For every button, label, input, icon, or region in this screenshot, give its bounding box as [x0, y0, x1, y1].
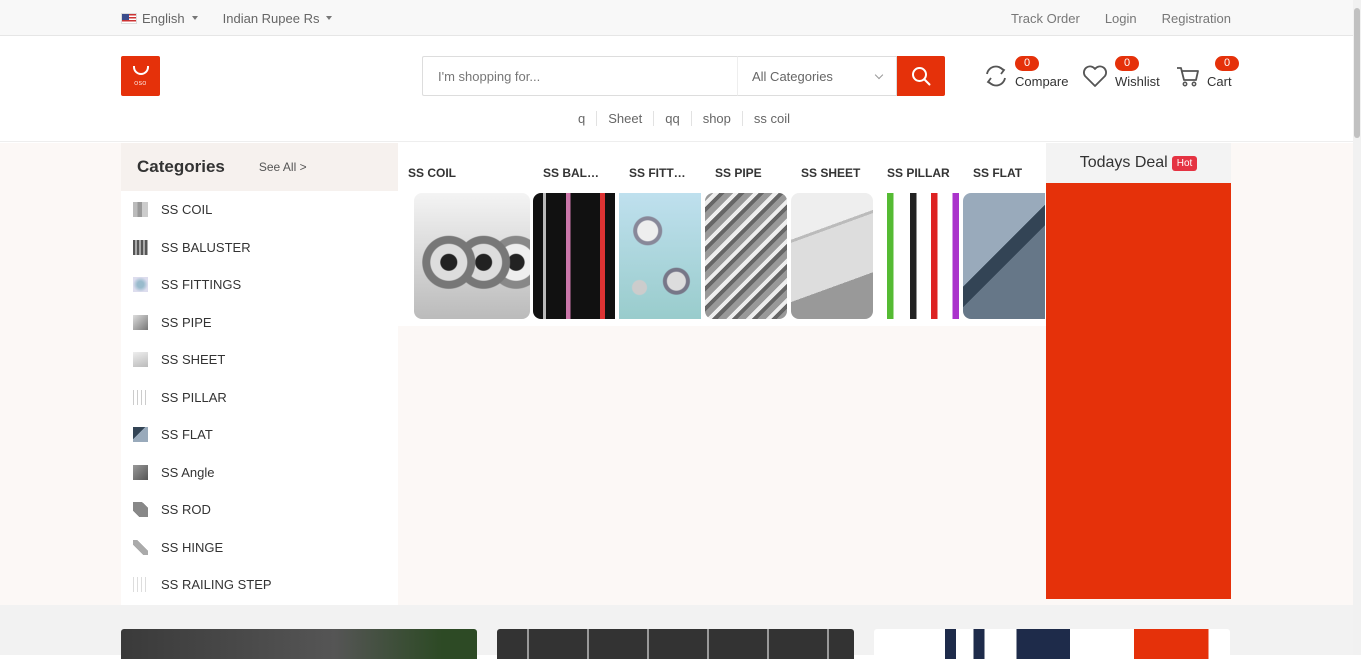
- suggestion-link[interactable]: Sheet: [596, 111, 653, 126]
- search-button[interactable]: [897, 56, 945, 96]
- todays-deal-panel: Todays Deal Hot: [1046, 143, 1231, 599]
- todays-deal-body[interactable]: [1046, 183, 1231, 599]
- top-bar: English Indian Rupee Rs Track Order Logi…: [0, 0, 1361, 36]
- hinge-icon: [133, 539, 148, 555]
- pillar-icon: [133, 389, 148, 405]
- suggestion-link[interactable]: ss coil: [741, 111, 801, 126]
- featured-tab-label: SS COIL: [408, 166, 457, 180]
- language-dropdown[interactable]: English: [121, 11, 198, 26]
- search-suggestions: q Sheet qq shop ss coil: [567, 111, 801, 126]
- scrollbar-thumb[interactable]: [1354, 8, 1360, 138]
- cart-icon: [1177, 67, 1199, 87]
- rod-icon: [133, 502, 148, 518]
- caret-down-icon: [191, 16, 198, 20]
- us-flag-icon: [121, 12, 137, 24]
- featured-categories: SS COIL SS BALUSTER SS FITTINGS SS PIPE …: [398, 143, 1046, 326]
- login-link[interactable]: Login: [1105, 11, 1137, 26]
- ss-sheet-image[interactable]: [791, 193, 873, 319]
- category-item-ss-coil[interactable]: SS COIL: [121, 191, 398, 229]
- site-logo[interactable]: OSO: [121, 56, 160, 96]
- wishlist-button[interactable]: 0 Wishlist: [1081, 56, 1160, 89]
- compare-icon: [986, 65, 1006, 87]
- compare-label: Compare: [1015, 74, 1069, 89]
- category-item-ss-rod[interactable]: SS ROD: [121, 491, 398, 529]
- category-item-ss-hinge[interactable]: SS HINGE: [121, 529, 398, 567]
- compare-button[interactable]: 0 Compare: [983, 56, 1068, 89]
- baluster-icon: [133, 239, 148, 255]
- category-item-ss-fittings[interactable]: SS FITTINGS: [121, 266, 398, 304]
- featured-tab-label: SS PIPE: [715, 166, 762, 180]
- featured-tab-label: SS BALUSTER: [543, 166, 603, 180]
- caret-down-icon: [326, 16, 333, 20]
- category-select[interactable]: All Categories: [737, 56, 897, 96]
- categories-header: Categories See All >: [121, 143, 398, 191]
- category-item-ss-pipe[interactable]: SS PIPE: [121, 304, 398, 342]
- featured-tab-label: SS SHEET: [801, 166, 861, 180]
- language-label: English: [142, 10, 185, 26]
- suggestion-link[interactable]: qq: [653, 111, 690, 126]
- site-header: OSO All Categories q Sheet qq shop ss co…: [0, 36, 1361, 142]
- page-scrollbar[interactable]: [1353, 0, 1361, 655]
- suggestion-link[interactable]: q: [567, 111, 596, 126]
- logo-smile-icon: [132, 66, 149, 75]
- cart-label: Cart: [1207, 74, 1232, 89]
- featured-tab-label: SS FITTINGS: [629, 166, 687, 180]
- featured-tab-label: SS FLAT: [973, 166, 1023, 180]
- logo-text: OSO: [134, 81, 147, 87]
- category-item-ss-baluster[interactable]: SS BALUSTER: [121, 229, 398, 267]
- cart-button[interactable]: 0 Cart: [1175, 56, 1239, 89]
- registration-link[interactable]: Registration: [1162, 11, 1231, 26]
- ss-coil-image[interactable]: [414, 193, 530, 319]
- pipe-icon: [133, 314, 148, 330]
- compare-count-badge: 0: [1015, 56, 1039, 71]
- category-item-ss-angle[interactable]: SS Angle: [121, 454, 398, 492]
- track-order-link[interactable]: Track Order: [1011, 11, 1080, 26]
- railing-step-icon: [133, 577, 148, 593]
- ss-fittings-image[interactable]: [619, 193, 701, 319]
- categories-title: Categories: [137, 157, 225, 176]
- category-item-ss-sheet[interactable]: SS SHEET: [121, 341, 398, 379]
- search-bar: All Categories: [422, 56, 945, 96]
- todays-deal-header: Todays Deal Hot: [1046, 143, 1231, 183]
- category-item-ss-pillar[interactable]: SS PILLAR: [121, 379, 398, 417]
- category-item-ss-flat[interactable]: SS FLAT: [121, 416, 398, 454]
- heart-icon: [1083, 65, 1107, 87]
- cart-count-badge: 0: [1215, 56, 1239, 71]
- ss-flat-image[interactable]: [963, 193, 1045, 319]
- chevron-down-icon: [874, 70, 884, 79]
- coil-icon: [133, 202, 148, 218]
- wishlist-count-badge: 0: [1115, 56, 1139, 71]
- ss-pillar-image[interactable]: [877, 193, 959, 319]
- angle-icon: [133, 464, 148, 480]
- hot-badge: Hot: [1171, 155, 1198, 171]
- category-item-ss-railing-step[interactable]: SS RAILING STEP: [121, 566, 398, 604]
- category-list: SS COIL SS BALUSTER SS FITTINGS SS PIPE …: [121, 191, 398, 604]
- category-select-value: All Categories: [752, 68, 833, 84]
- todays-deal-title: Todays Deal: [1079, 154, 1168, 171]
- suggestion-link[interactable]: shop: [690, 111, 742, 126]
- wishlist-label: Wishlist: [1115, 74, 1160, 89]
- currency-label: Indian Rupee Rs: [222, 10, 320, 26]
- fittings-icon: [133, 277, 148, 293]
- see-all-link[interactable]: See All >: [259, 160, 307, 174]
- main-section: Categories See All > SS COIL SS BALUSTER…: [0, 143, 1361, 605]
- ss-pipe-image[interactable]: [705, 193, 787, 319]
- currency-dropdown[interactable]: Indian Rupee Rs: [223, 11, 333, 26]
- sheet-icon: [133, 352, 148, 368]
- categories-panel: Categories See All > SS COIL SS BALUSTER…: [121, 143, 398, 605]
- banner-strip: [0, 605, 1361, 659]
- search-input[interactable]: [422, 56, 737, 96]
- featured-tab-label: SS PILLAR: [887, 166, 950, 180]
- ss-baluster-image[interactable]: [533, 193, 615, 319]
- flat-icon: [133, 427, 148, 443]
- search-icon: [912, 67, 931, 86]
